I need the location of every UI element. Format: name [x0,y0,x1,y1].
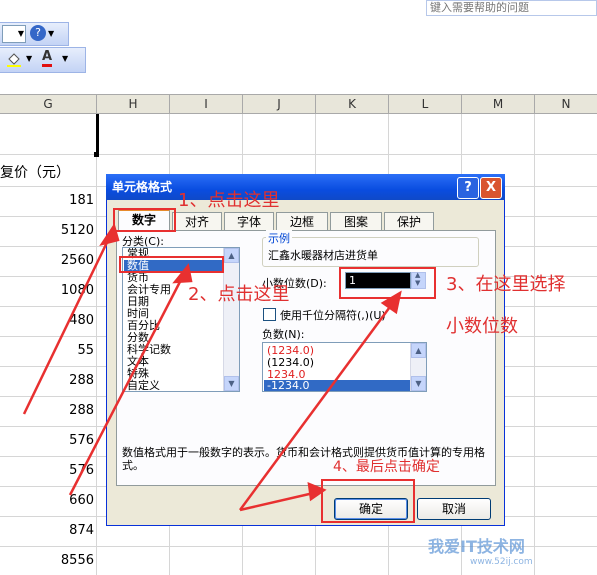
arrow-line [68,271,187,496]
annotation-step2: 2、点击这里 [188,284,290,305]
annotation-step3: 3、在这里选择 [446,274,566,295]
annotation-step4: 4、最后点击确定 [333,459,440,475]
arrow-head [307,482,327,502]
annotation-step1: 1、点击这里 [178,190,280,211]
arrow-line [238,299,397,511]
watermark-logo: 我爱IT技术网 [428,537,525,556]
watermark-url: www.52ij.com [470,557,533,567]
arrow-head [380,290,402,315]
annotation-step3-line2: 小数位数 [446,316,518,337]
arrow-line [22,231,114,415]
arrow-head [99,223,120,246]
